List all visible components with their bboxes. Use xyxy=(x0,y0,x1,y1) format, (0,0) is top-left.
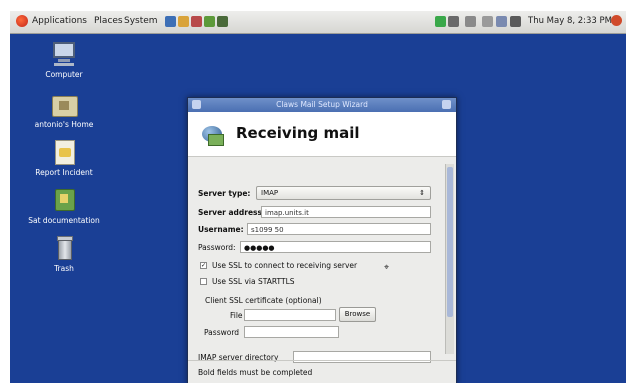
browser-launcher-icon[interactable] xyxy=(165,16,176,27)
form-scrollbar[interactable] xyxy=(445,164,454,354)
network-icon[interactable] xyxy=(448,16,459,27)
wizard-header: Receiving mail xyxy=(188,112,456,157)
cert-file-field[interactable] xyxy=(244,309,336,321)
cert-password-field[interactable] xyxy=(244,326,339,338)
starttls-checkbox[interactable] xyxy=(200,278,207,285)
desktop-icon-label: Computer xyxy=(45,70,83,79)
page-title: Receiving mail xyxy=(236,124,360,142)
dialog-title: Claws Mail Setup Wizard xyxy=(276,100,368,109)
menu-system[interactable]: System xyxy=(124,16,158,26)
launcher-icon[interactable] xyxy=(204,16,215,27)
server-type-label: Server type: xyxy=(198,189,251,198)
shutdown-icon[interactable] xyxy=(611,15,622,26)
report-icon xyxy=(51,139,77,165)
update-icon[interactable] xyxy=(435,16,446,27)
starttls-label: Use SSL via STARTTLS xyxy=(212,277,295,286)
edit-icon[interactable] xyxy=(482,16,493,27)
display-icon[interactable] xyxy=(496,16,507,27)
desktop-icon-label: Report Incident xyxy=(35,168,93,177)
desktop-icon-label: Trash xyxy=(54,264,74,273)
desktop-icon-trash[interactable]: Trash xyxy=(14,235,114,273)
required-fields-note: Bold fields must be completed xyxy=(198,368,313,377)
desktop-icon-documentation[interactable]: Sat documentation xyxy=(14,187,114,225)
desktop-icon-computer[interactable]: Computer xyxy=(14,41,114,79)
ssl-connect-label: Use SSL to connect to receiving server xyxy=(212,261,358,270)
server-type-select[interactable]: IMAP ⇕ xyxy=(256,186,431,200)
username-label: Username: xyxy=(198,225,244,234)
computer-icon xyxy=(51,41,77,67)
keyboard-icon[interactable] xyxy=(465,16,476,27)
scrollbar-thumb[interactable] xyxy=(447,167,453,317)
launcher-icon[interactable] xyxy=(217,16,228,27)
server-type-value: IMAP xyxy=(261,189,279,197)
close-icon[interactable] xyxy=(442,100,451,109)
trash-icon xyxy=(51,235,77,261)
browse-button[interactable]: Browse xyxy=(339,307,376,322)
clock[interactable]: Thu May 8, 2:33 PM xyxy=(528,16,612,26)
combo-arrows-icon: ⇕ xyxy=(419,189,425,197)
distro-logo-icon[interactable] xyxy=(16,15,28,27)
desktop-icon-home[interactable]: antonio's Home xyxy=(14,91,114,129)
imap-dir-field[interactable] xyxy=(293,351,431,363)
server-address-field[interactable]: imap.units.it xyxy=(261,206,431,218)
desktop-icon-report[interactable]: Report Incident xyxy=(14,139,114,177)
setup-wizard-dialog: Claws Mail Setup Wizard Receiving mail S… xyxy=(187,97,457,383)
top-panel: Applications Places System Thu May 8, 2:… xyxy=(10,11,626,34)
cert-password-label: Password xyxy=(204,328,240,337)
dialog-titlebar[interactable]: Claws Mail Setup Wizard xyxy=(188,98,456,112)
mail-launcher-icon[interactable] xyxy=(178,16,189,27)
mail-receive-icon xyxy=(200,122,224,146)
documentation-icon xyxy=(51,187,77,213)
ssl-connect-checkbox[interactable]: ✓ xyxy=(200,262,207,269)
divider xyxy=(188,360,456,361)
username-field[interactable]: s1099 50 xyxy=(247,223,431,235)
password-label: Password: xyxy=(198,243,236,252)
window-menu-icon[interactable] xyxy=(192,100,201,109)
desktop-icon-label: Sat documentation xyxy=(28,216,100,225)
file-label: File xyxy=(230,311,243,320)
home-folder-icon xyxy=(51,91,78,117)
mouse-cursor-icon: ⌖ xyxy=(384,263,390,273)
menu-applications[interactable]: Applications xyxy=(32,16,87,26)
server-address-label: Server address: xyxy=(198,208,265,217)
launcher-icon[interactable] xyxy=(191,16,202,27)
menu-places[interactable]: Places xyxy=(94,16,123,26)
desktop-icon-label: antonio's Home xyxy=(34,120,94,129)
desktop: Applications Places System Thu May 8, 2:… xyxy=(10,11,626,383)
client-cert-label: Client SSL certificate (optional) xyxy=(205,296,322,305)
volume-icon[interactable] xyxy=(510,16,521,27)
password-field[interactable]: ●●●●● xyxy=(240,241,431,253)
